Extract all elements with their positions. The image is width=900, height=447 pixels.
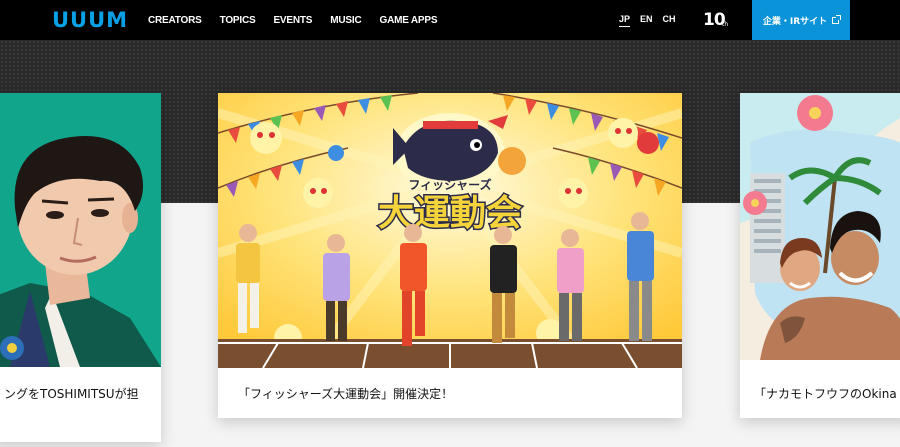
- nav-game-apps[interactable]: GAME APPS: [380, 15, 438, 26]
- main-nav: CREATORS TOPICS EVENTS MUSIC GAME APPS: [148, 0, 455, 40]
- nav-topics[interactable]: TOPICS: [220, 15, 256, 26]
- news-card-toshimitsu[interactable]: ングをTOSHIMITSUが担: [0, 93, 161, 442]
- banner-subtitle: フィッシャーズ: [408, 177, 491, 192]
- card-image-couple: [740, 93, 900, 360]
- anniversary-suffix: th: [722, 21, 729, 28]
- lang-ch[interactable]: CH: [663, 14, 676, 26]
- external-link-icon: [832, 14, 842, 24]
- card-caption: ングをTOSHIMITSUが担: [4, 387, 139, 401]
- couple-illustration: [740, 93, 900, 360]
- card-caption: 「ナカモトフウフのOkina: [754, 387, 897, 401]
- ir-site-label: 企業・IRサイト: [762, 16, 828, 27]
- lang-en[interactable]: EN: [640, 14, 653, 26]
- lang-jp[interactable]: JP: [619, 14, 631, 27]
- anniversary-logo[interactable]: 10 th: [703, 8, 733, 32]
- site-header: UUUM CREATORS TOPICS EVENTS MUSIC GAME A…: [0, 0, 900, 40]
- portrait-illustration: [0, 93, 161, 367]
- nav-events[interactable]: EVENTS: [273, 15, 312, 26]
- uuum-logo[interactable]: UUUM: [52, 9, 128, 31]
- card-image-fischers-banner: フィッシャーズ 大運動会: [218, 93, 682, 368]
- card-image-portrait: [0, 93, 161, 367]
- nav-creators[interactable]: CREATORS: [148, 15, 202, 26]
- news-card-fischers[interactable]: フィッシャーズ 大運動会 「フィッシャーズ大運動会」開催決定！: [218, 93, 682, 418]
- nav-music[interactable]: MUSIC: [330, 15, 361, 26]
- fischers-illustration: フィッシャーズ 大運動会: [218, 93, 682, 368]
- language-switcher: JP EN CH: [619, 0, 686, 40]
- news-card-nakamotofufu[interactable]: 「ナカモトフウフのOkina: [740, 93, 900, 418]
- card-caption: 「フィッシャーズ大運動会」開催決定！: [238, 387, 454, 401]
- ir-site-button[interactable]: 企業・IRサイト: [752, 0, 850, 40]
